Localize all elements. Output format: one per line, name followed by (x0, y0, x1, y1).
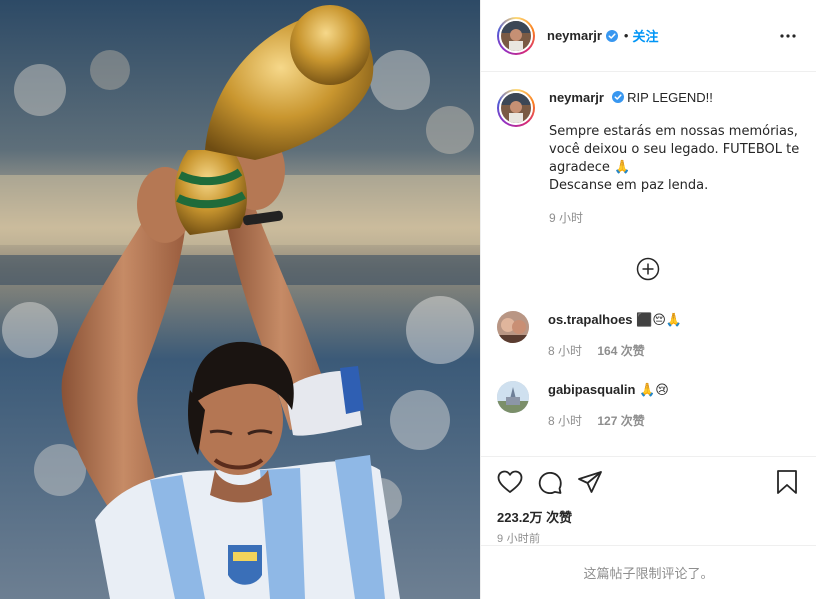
caption-username[interactable]: neymarjr (549, 90, 604, 105)
commenter-avatar[interactable] (497, 311, 529, 343)
comment-username[interactable]: gabipasqualin (548, 382, 635, 397)
verified-badge-icon (605, 29, 618, 42)
caption-body: neymarjr RIP LEGEND!! Sempre estarás em … (549, 89, 799, 227)
plus-circle-icon[interactable] (636, 257, 660, 281)
comment-time[interactable]: 8 小时 (548, 414, 582, 428)
post-photo[interactable] (0, 0, 480, 599)
paper-plane-icon[interactable] (577, 469, 603, 495)
post-sidebar: neymarjr • 关注 neymarjr RIP LEGEND!! Semp… (480, 0, 816, 599)
author-avatar[interactable] (497, 16, 535, 55)
action-bar (481, 457, 816, 507)
caption-time[interactable]: 9 小时 (549, 209, 799, 227)
comment-item: os.trapalhoes ⬛😔🙏 8 小时 164 次赞 (497, 311, 800, 360)
author-avatar-image (501, 20, 531, 51)
bookmark-icon[interactable] (774, 469, 800, 495)
post-actions-area: 223.2万 次赞 9 小时前 (481, 456, 816, 545)
comment-text: ⬛😔🙏 (636, 313, 683, 328)
author-username[interactable]: neymarjr (547, 28, 602, 43)
comment-icon[interactable] (537, 469, 563, 495)
comment-username[interactable]: os.trapalhoes (548, 312, 633, 327)
caption-text: Sempre estarás em nossas memórias, você … (549, 124, 800, 193)
comments-section[interactable]: neymarjr RIP LEGEND!! Sempre estarás em … (481, 73, 816, 456)
comment-likes[interactable]: 127 次赞 (597, 414, 644, 428)
comment-likes[interactable]: 164 次赞 (597, 344, 644, 358)
more-options-icon[interactable] (776, 24, 800, 48)
caption-headline: RIP LEGEND!! (627, 90, 713, 105)
commenter-avatar[interactable] (497, 381, 529, 413)
header-separator: • (623, 28, 629, 43)
verified-badge-icon (611, 91, 624, 103)
comment-item: gabipasqualin 🙏😢 8 小时 127 次赞 (497, 381, 800, 430)
caption-avatar-image (501, 93, 531, 123)
post-modal: neymarjr • 关注 neymarjr RIP LEGEND!! Semp… (0, 0, 816, 599)
comment-time[interactable]: 8 小时 (548, 344, 582, 358)
comments-disabled-notice: 这篇帖子限制评论了。 (481, 545, 816, 599)
post-timestamp[interactable]: 9 小时前 (481, 526, 816, 546)
photo-illustration (0, 0, 480, 599)
caption-avatar[interactable] (497, 89, 535, 127)
follow-button[interactable]: 关注 (632, 26, 658, 45)
post-header: neymarjr • 关注 (481, 0, 816, 72)
post-caption: neymarjr RIP LEGEND!! Sempre estarás em … (497, 89, 800, 227)
heart-icon[interactable] (497, 469, 523, 495)
likes-count[interactable]: 223.2万 次赞 (481, 507, 816, 526)
comment-text: 🙏😢 (639, 383, 669, 398)
